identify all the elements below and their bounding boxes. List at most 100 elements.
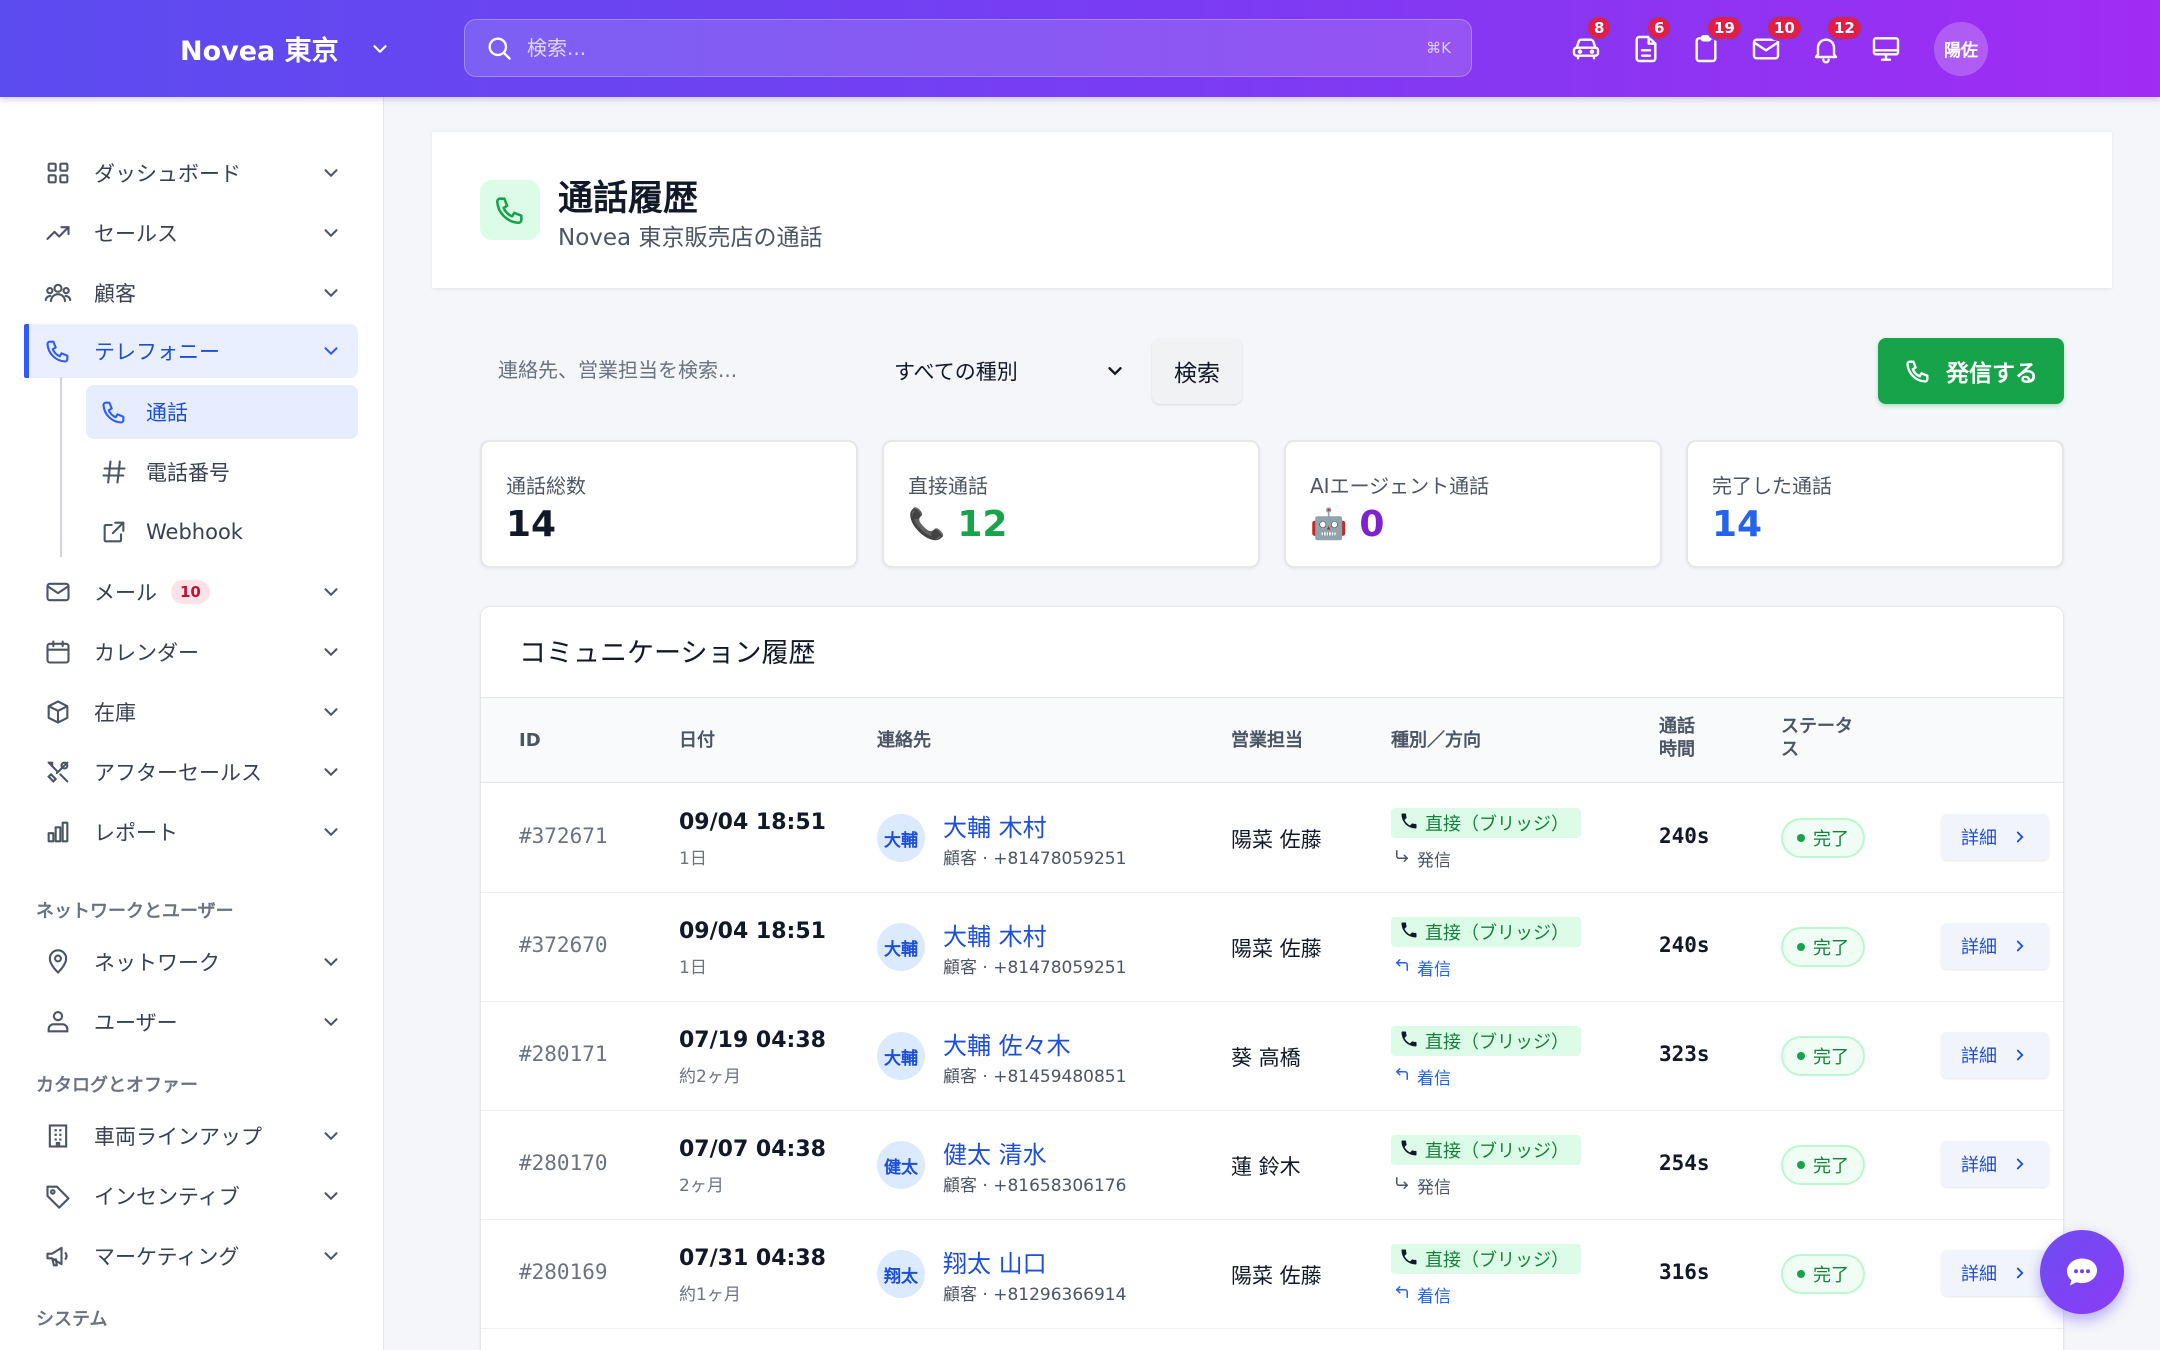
mail-button[interactable]: 10 — [1750, 14, 1803, 65]
clipboard-button[interactable]: 19 — [1690, 14, 1743, 65]
sidebar-subitem-phone-numbers[interactable]: 電話番号 — [86, 445, 358, 499]
detail-label: 詳細 — [1961, 1155, 1997, 1176]
status-dot — [1797, 1270, 1805, 1278]
sidebar-item-reports[interactable]: レポート — [24, 805, 358, 859]
phone-handset-icon — [1399, 811, 1419, 836]
sidebar-item-incentives[interactable]: インセンティブ — [24, 1169, 358, 1223]
document-badge: 6 — [1646, 14, 1673, 41]
sidebar-item-label: マーケティング — [94, 1245, 240, 1269]
detail-button[interactable]: 詳細 — [1941, 1032, 2049, 1078]
car-button[interactable]: 8 — [1570, 14, 1613, 65]
table-header: ID 日付 連絡先 営業担当 種別／方向 通話 時間 ステータ ス — [481, 697, 2063, 783]
brand-switcher[interactable]: Novea 東京 — [180, 0, 391, 97]
call-date: 07/19 04:38 — [679, 1028, 826, 1053]
global-search[interactable]: ⌘K — [464, 19, 1472, 77]
contact-name-link[interactable]: 大輔 佐々木 — [943, 1026, 1071, 1061]
top-icons: 8 6 19 10 12 陽佐 — [1570, 0, 1988, 97]
status-badge: 完了 — [1781, 1254, 1865, 1294]
call-type-label: 直接（ブリッジ） — [1425, 1141, 1569, 1162]
call-type-badge: 直接（ブリッジ） — [1391, 917, 1581, 947]
map-pin-icon — [44, 948, 72, 976]
contact-avatar: 大輔 — [877, 814, 925, 862]
table-row: #280170 07/07 04:38 2ヶ月 健太 健太 清水 顧客 · +816583… — [481, 1111, 2063, 1220]
call-duration: 316s — [1659, 1260, 1710, 1284]
call-date: 07/31 04:38 — [679, 1246, 826, 1271]
sidebar: ダッシュボード セールス 顧客 テレフォニー 通話 電話番号 Webhook メ… — [0, 97, 384, 1350]
sidebar-item-customers[interactable]: 顧客 — [24, 266, 358, 320]
table-row: #372671 09/04 18:51 1日 大輔 大輔 木村 顧客 · +8147805… — [481, 784, 2063, 893]
sidebar-subitem-webhook[interactable]: Webhook — [86, 505, 358, 559]
type-select-value: すべての種別 — [894, 360, 1018, 384]
notifications-button[interactable]: 12 — [1810, 14, 1863, 65]
page-title: 通話履歴 — [558, 179, 699, 219]
sidebar-item-aftersales[interactable]: アフターセールス — [24, 745, 358, 799]
chat-button[interactable] — [2040, 1230, 2124, 1314]
contact-name-link[interactable]: 翔太 山口 — [943, 1244, 1047, 1279]
trending-up-icon — [44, 219, 72, 247]
header-status: ステータ ス — [1781, 716, 1853, 761]
sidebar-item-telephony[interactable]: テレフォニー — [24, 324, 358, 378]
chevron-right-icon — [2011, 937, 2029, 955]
sidebar-item-sales[interactable]: セールス — [24, 206, 358, 260]
incoming-arrow-icon — [1393, 1283, 1411, 1306]
sidebar-subitem-calls[interactable]: 通話 — [86, 385, 358, 439]
mail-icon — [44, 578, 72, 606]
stat-number: 0 — [1359, 504, 1385, 545]
call-type-badge: 直接（ブリッジ） — [1391, 1135, 1581, 1165]
user-avatar[interactable]: 陽佐 — [1934, 21, 1988, 76]
detail-button[interactable]: 詳細 — [1941, 1141, 2049, 1187]
sidebar-item-network[interactable]: ネットワーク — [24, 935, 358, 989]
chevron-down-icon — [1108, 367, 1122, 376]
sidebar-item-users[interactable]: ユーザー — [24, 995, 358, 1049]
detail-label: 詳細 — [1961, 828, 1997, 849]
monitor-button[interactable] — [1870, 33, 1902, 65]
detail-button[interactable]: 詳細 — [1941, 814, 2049, 860]
sidebar-item-dashboard[interactable]: ダッシュボード — [24, 146, 358, 200]
document-button[interactable]: 6 — [1630, 14, 1673, 65]
chevron-down-icon — [324, 229, 338, 238]
chevron-down-icon — [324, 1018, 338, 1027]
detail-label: 詳細 — [1961, 937, 1997, 958]
chevron-down-icon — [324, 1132, 338, 1141]
type-select[interactable]: すべての種別 — [880, 344, 1140, 398]
agent-name: 陽菜 佐藤 — [1231, 828, 1322, 852]
car-badge: 8 — [1586, 14, 1613, 41]
top-bar: Novea 東京 ⌘K 8 6 19 10 12 陽佐 — [0, 0, 2160, 97]
sidebar-item-vehicle-lineup[interactable]: 車両ラインアップ — [24, 1109, 358, 1163]
make-call-button[interactable]: 発信する — [1878, 338, 2064, 404]
sidebar-item-mail[interactable]: メール 10 — [24, 565, 358, 619]
contact-name-link[interactable]: 健太 清水 — [943, 1135, 1047, 1170]
header-duration-line2: 時間 — [1659, 738, 1695, 760]
sidebar-subitem-label: 電話番号 — [146, 461, 230, 485]
detail-label: 詳細 — [1961, 1264, 1997, 1285]
detail-button[interactable]: 詳細 — [1941, 923, 2049, 969]
contact-name-link[interactable]: 大輔 木村 — [943, 808, 1047, 843]
header-status-line2: ス — [1781, 738, 1799, 760]
user-group-icon — [44, 1008, 72, 1036]
bar-chart-icon — [44, 818, 72, 846]
call-direction-label: 着信 — [1417, 960, 1451, 980]
status-dot — [1797, 834, 1805, 842]
header-contact: 連絡先 — [877, 730, 931, 751]
chevron-right-icon — [2011, 1155, 2029, 1173]
contact-search-input[interactable] — [480, 338, 860, 402]
call-direction: 着信 — [1393, 1282, 1451, 1307]
stat-label: 直接通話 — [908, 474, 988, 498]
phone-handset-icon — [1399, 920, 1419, 945]
sidebar-item-marketing[interactable]: マーケティング — [24, 1229, 358, 1283]
stat-value: 14 — [1712, 504, 1762, 545]
stat-card-ai: AIエージェント通話 🤖 0 — [1284, 440, 1662, 568]
call-relative-time: 2ヶ月 — [679, 1176, 724, 1196]
search-input[interactable] — [527, 36, 1427, 60]
status-badge: 完了 — [1781, 818, 1865, 858]
call-direction: 着信 — [1393, 955, 1451, 980]
search-button[interactable]: 検索 — [1152, 338, 1242, 404]
sidebar-item-inventory[interactable]: 在庫 — [24, 685, 358, 739]
call-direction: 発信 — [1393, 846, 1451, 871]
detail-button[interactable]: 詳細 — [1941, 1250, 2049, 1296]
megaphone-icon — [44, 1242, 72, 1270]
contact-name-link[interactable]: 大輔 木村 — [943, 917, 1047, 952]
sidebar-item-calendar[interactable]: カレンダー — [24, 625, 358, 679]
stat-value: 14 — [506, 504, 556, 545]
chevron-down-icon — [324, 1192, 338, 1201]
